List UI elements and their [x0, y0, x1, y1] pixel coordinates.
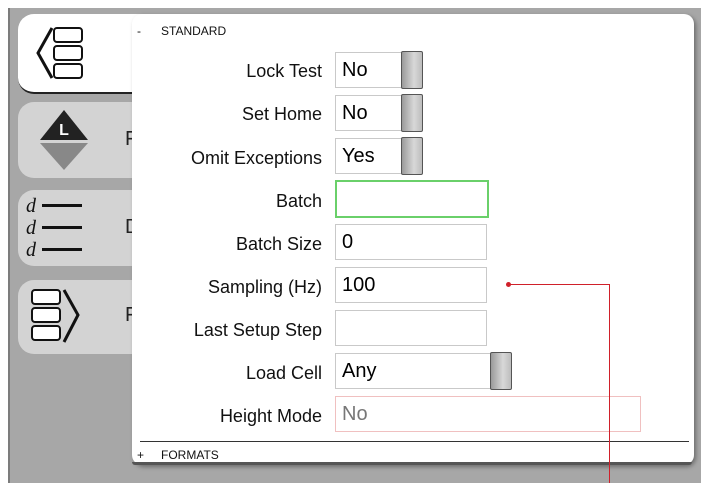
load-cell-select[interactable]: Any — [335, 353, 491, 389]
batch-input[interactable] — [335, 180, 489, 218]
data-icon-letter-2: d — [26, 217, 37, 239]
set-home-dropdown-button[interactable] — [401, 94, 423, 132]
annotation-line-horizontal — [508, 284, 610, 285]
formats-section-header[interactable]: + FORMATS — [137, 448, 219, 462]
window-edge — [8, 8, 10, 483]
lock-test-select[interactable]: No — [335, 52, 403, 88]
lock-test-label: Lock Test — [246, 61, 322, 81]
data-list-icon: d d d — [24, 194, 94, 269]
omit-exceptions-label: Omit Exceptions — [190, 148, 322, 168]
height-mode-label: Height Mode — [219, 406, 322, 426]
annotation-line-vertical — [609, 284, 610, 483]
app-window: L F d d d D F — [0, 0, 701, 483]
section-title: FORMATS — [161, 448, 219, 462]
panel-bottom-shadow — [132, 462, 692, 465]
batch-size-input[interactable]: 0 — [335, 224, 487, 260]
sampling-label: Sampling (Hz) — [207, 277, 322, 297]
omit-exceptions-dropdown-button[interactable] — [401, 137, 423, 175]
set-home-label: Set Home — [241, 104, 322, 124]
section-divider — [140, 441, 689, 442]
last-setup-step-label: Last Setup Step — [193, 320, 322, 340]
height-mode-value: No — [335, 396, 641, 432]
last-setup-step-input[interactable] — [335, 310, 487, 346]
limits-icon: L — [34, 108, 94, 177]
collapse-toggle[interactable]: - — [137, 24, 161, 38]
expand-toggle[interactable]: + — [137, 448, 161, 462]
sidebar-tab-limits[interactable]: L F — [18, 102, 148, 178]
sidebar-tab-data[interactable]: d d d D — [18, 190, 148, 266]
export-icon — [28, 284, 98, 357]
layout-icon — [32, 20, 102, 91]
sidebar-tab-export[interactable]: F — [18, 280, 148, 354]
set-home-select[interactable]: No — [335, 95, 403, 131]
load-cell-label: Load Cell — [245, 363, 322, 383]
standard-section-header[interactable]: - STANDARD — [137, 24, 226, 38]
lock-test-dropdown-button[interactable] — [401, 51, 423, 89]
batch-label: Batch — [275, 191, 322, 211]
limits-icon-letter: L — [59, 122, 69, 139]
section-title: STANDARD — [161, 24, 227, 38]
data-icon-letter-1: d — [26, 195, 37, 217]
load-cell-dropdown-button[interactable] — [490, 352, 512, 390]
batch-size-label: Batch Size — [235, 234, 322, 254]
omit-exceptions-select[interactable]: Yes — [335, 138, 403, 174]
sampling-input[interactable]: 100 — [335, 267, 487, 303]
data-icon-letter-3: d — [26, 239, 37, 261]
sidebar-tab-layout[interactable] — [18, 14, 148, 94]
